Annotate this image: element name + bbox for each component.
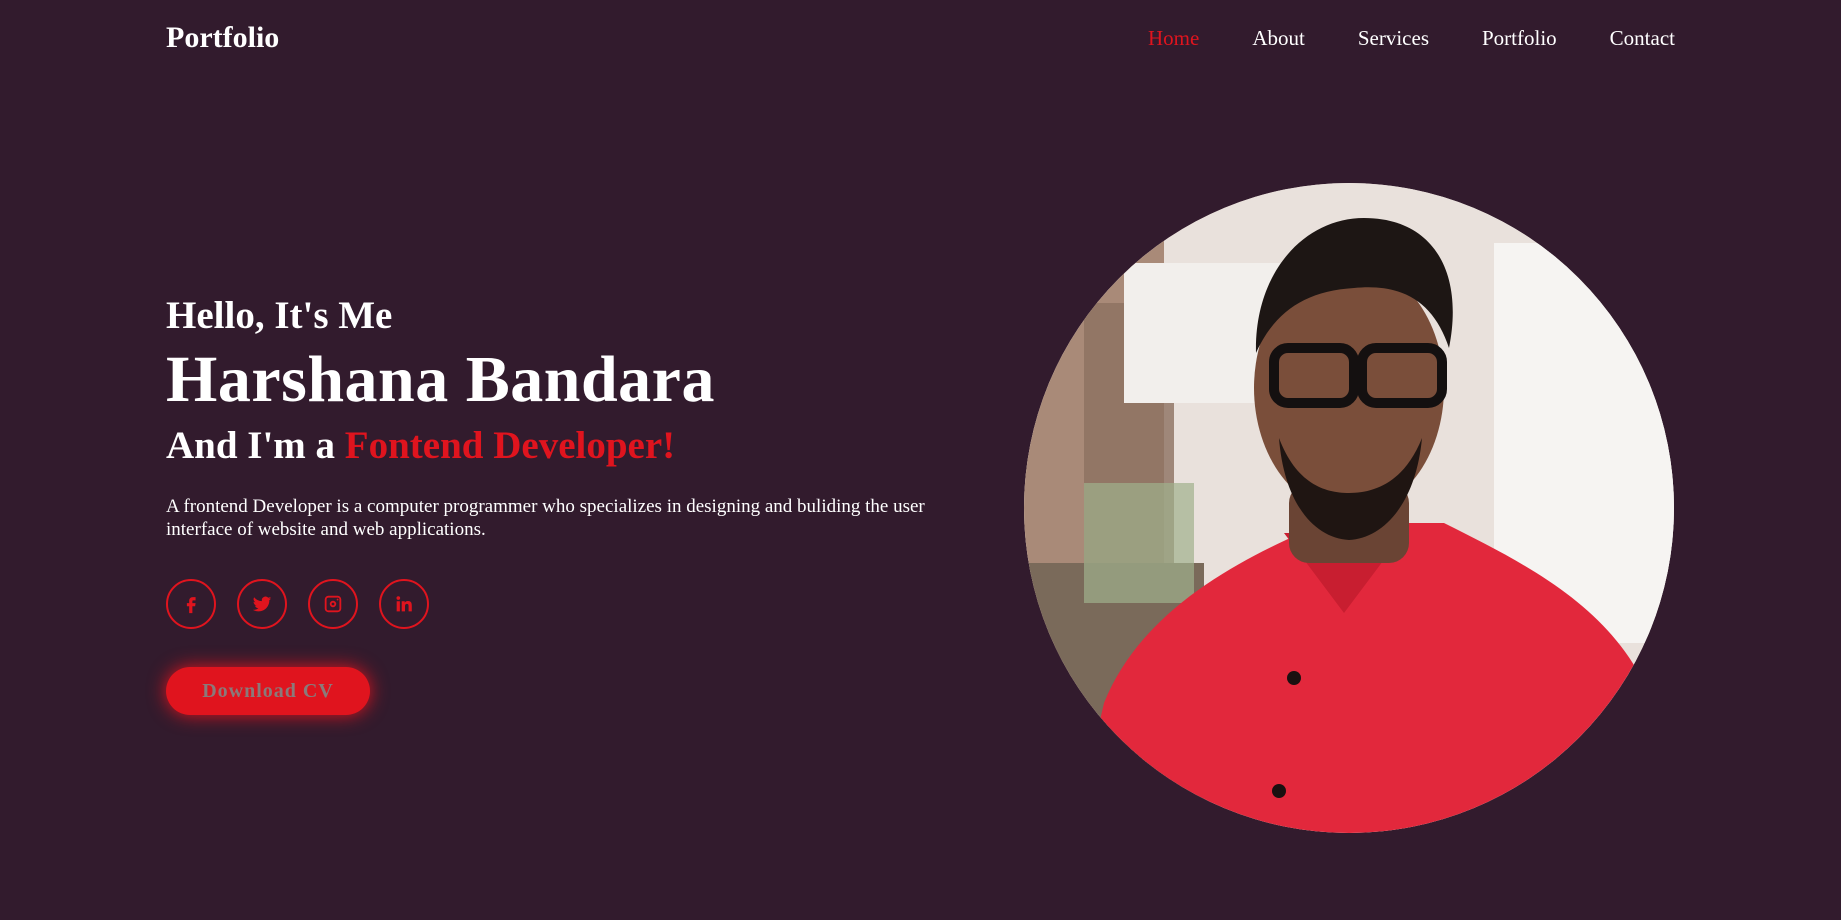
nav-contact[interactable]: Contact: [1610, 26, 1675, 51]
role-highlight: Fontend Developer!: [344, 424, 676, 467]
role-prefix: And I'm a: [166, 424, 345, 467]
hero-description: A frontend Developer is a computer progr…: [166, 496, 925, 540]
hero-greeting: Hello, It's Me: [166, 294, 393, 337]
site-header: Portfolio Home About Services Portfolio …: [166, 18, 1675, 58]
nav-services[interactable]: Services: [1358, 26, 1429, 51]
site-logo[interactable]: Portfolio: [166, 21, 279, 55]
nav-portfolio[interactable]: Portfolio: [1482, 26, 1557, 51]
profile-photo: [1024, 183, 1674, 833]
social-links: [166, 579, 986, 629]
download-cv-button[interactable]: Download CV: [166, 667, 370, 715]
twitter-link[interactable]: [237, 579, 287, 629]
hero-name: Harshana Bandara: [166, 343, 715, 416]
hero-section: Hello, It's Me Harshana Bandara And I'm …: [166, 292, 986, 715]
instagram-link[interactable]: [308, 579, 358, 629]
main-nav: Home About Services Portfolio Contact: [1095, 26, 1675, 51]
facebook-link[interactable]: [166, 579, 216, 629]
twitter-icon: [252, 596, 272, 612]
page: Portfolio Home About Services Portfolio …: [0, 0, 1841, 920]
facebook-icon: [186, 597, 196, 614]
instagram-icon: [324, 595, 342, 613]
nav-about[interactable]: About: [1252, 26, 1305, 51]
linkedin-icon: [396, 596, 412, 612]
linkedin-link[interactable]: [379, 579, 429, 629]
nav-home[interactable]: Home: [1148, 26, 1199, 51]
hero-role: And I'm a Fontend Developer!: [166, 422, 986, 470]
